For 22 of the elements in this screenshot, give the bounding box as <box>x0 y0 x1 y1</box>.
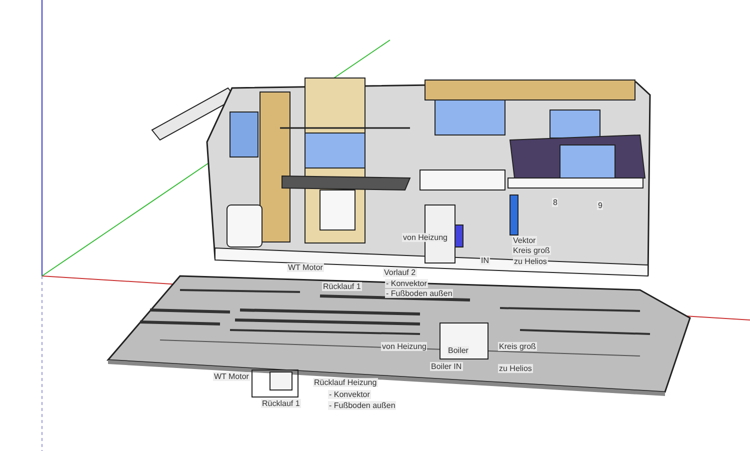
model-label: - Fußboden außen <box>385 289 454 298</box>
model-label: IN <box>480 256 490 265</box>
model-label: - Konvektor <box>328 390 371 399</box>
model-label: Rücklauf 1 <box>261 399 301 408</box>
model-label: - Konvektor <box>385 279 428 288</box>
model-label: WT Motor <box>287 263 324 272</box>
model-label: WT Motor <box>213 372 250 381</box>
model-label: Boiler IN <box>430 362 463 371</box>
model-label: zu Helios <box>498 364 533 373</box>
model-label: Boiler <box>447 346 470 355</box>
model-label: von Heizung <box>381 342 428 351</box>
model-label: Rücklauf Heizung <box>313 378 378 387</box>
model-label: Kreis groß <box>498 342 537 351</box>
model-label: von Heizung <box>402 233 448 242</box>
model-label: Vorlauf 2 <box>383 268 417 277</box>
model-label: 8 <box>552 198 558 207</box>
model-label: Vektor <box>512 236 537 245</box>
model-label: Kreis groß <box>512 246 551 255</box>
model-label: Rücklauf 1 <box>322 282 362 291</box>
model-label: zu Helios <box>513 257 548 266</box>
model-label: - Fußboden außen <box>328 401 396 410</box>
model-label: 9 <box>597 201 604 210</box>
